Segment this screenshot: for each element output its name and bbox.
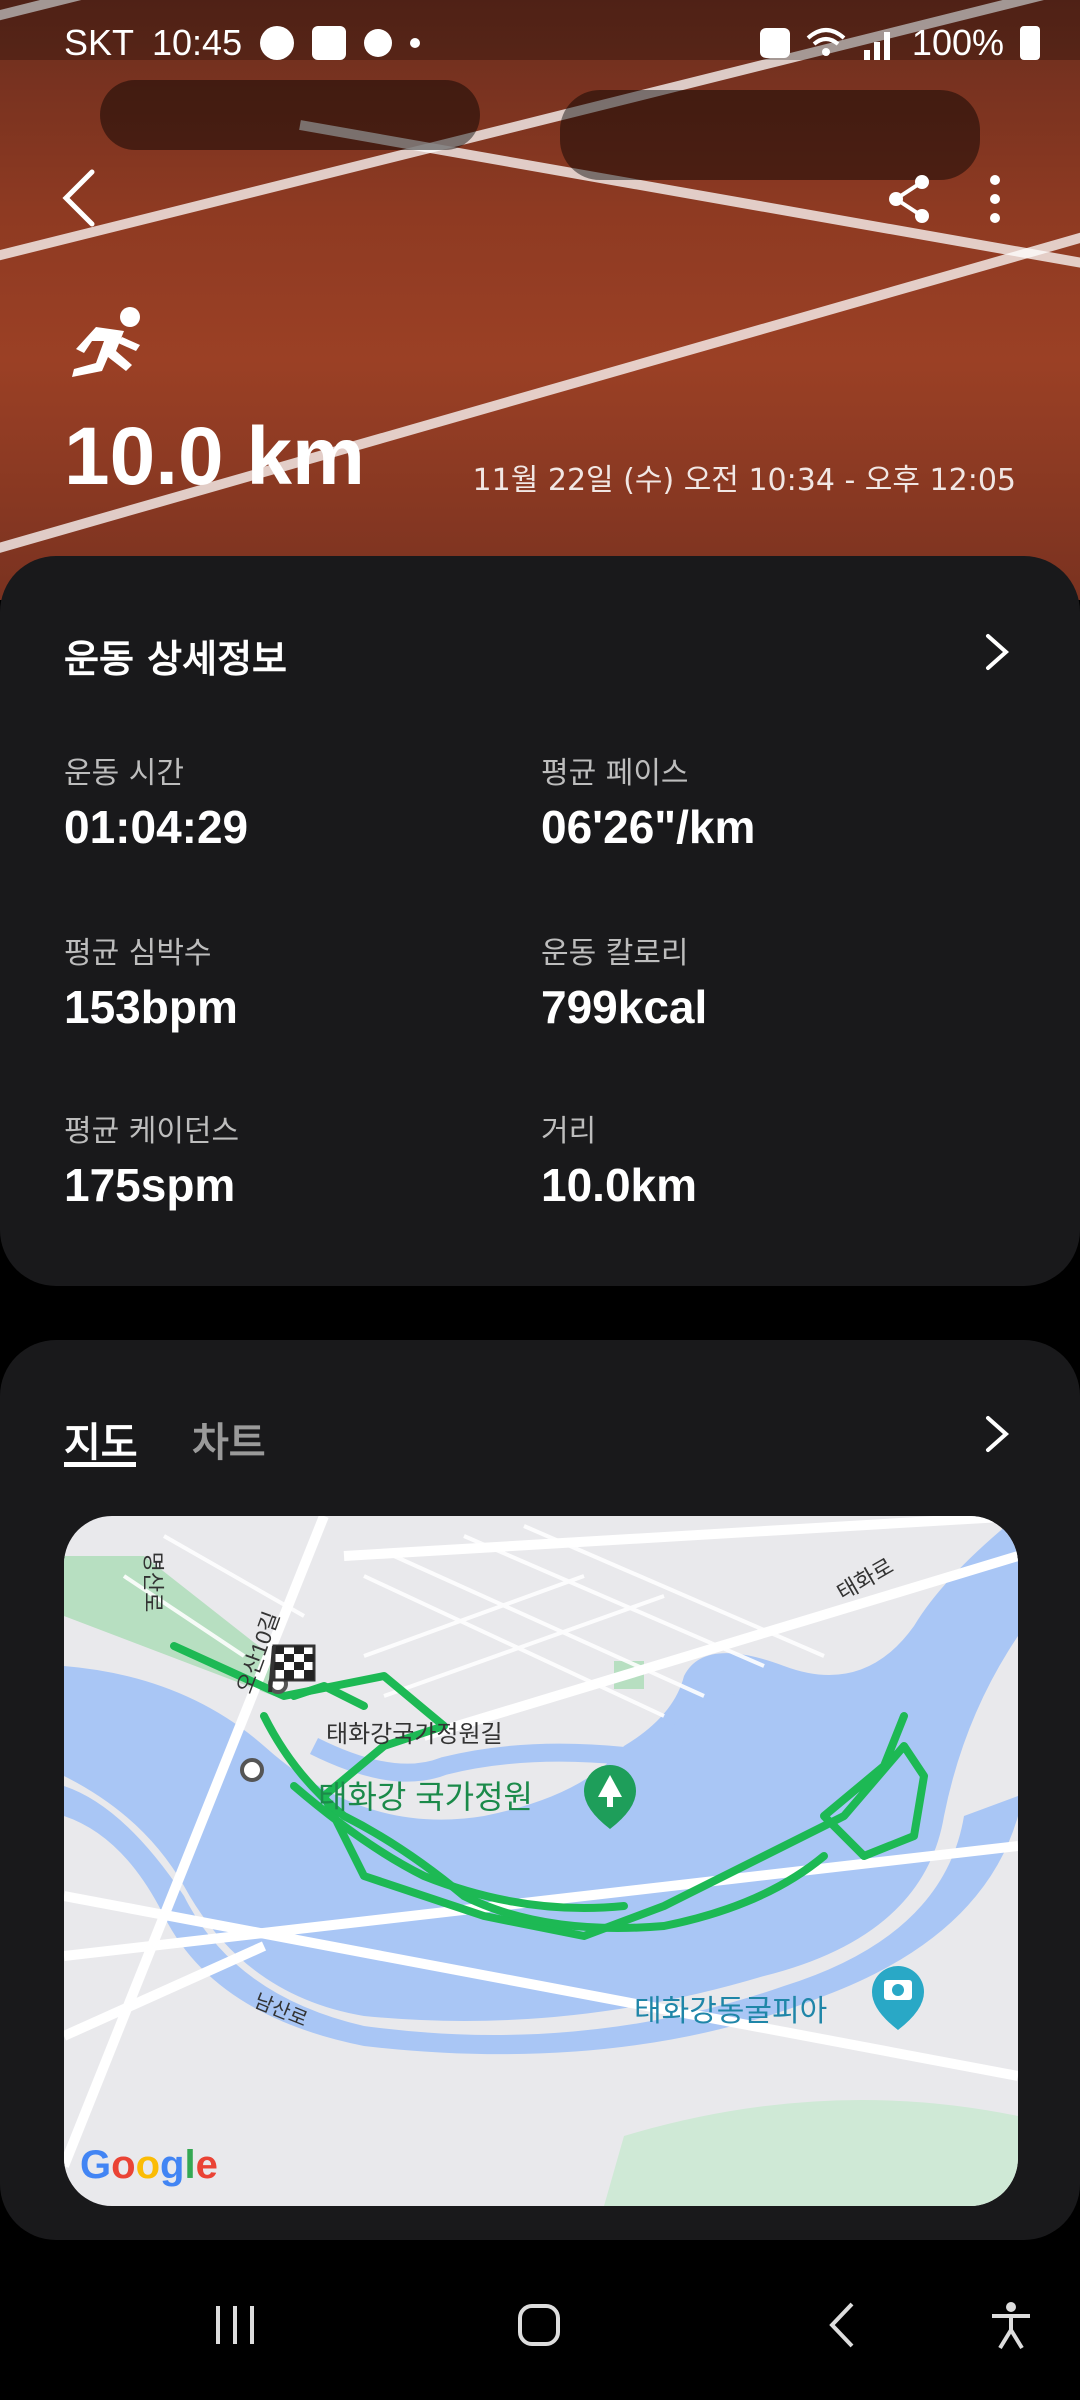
workout-date-range: 11월 22일 (수) 오전 10:34 - 오후 12:05 — [472, 463, 1016, 498]
stat-distance: 거리 10.0km — [541, 1106, 697, 1212]
status-bar: SKT 10:45 100% — [64, 18, 1040, 68]
stat-value: 799kcal — [541, 981, 708, 1033]
back-icon[interactable] — [822, 2300, 862, 2350]
running-icon — [72, 307, 140, 377]
stat-label: 평균 페이스 — [541, 756, 689, 791]
chevron-right-icon[interactable] — [984, 1414, 1010, 1454]
stat-label: 평균 케이던스 — [64, 1114, 240, 1149]
runner-shadow — [560, 90, 980, 180]
tab-map[interactable]: 지도 — [64, 1410, 138, 1468]
sim-icon — [312, 26, 347, 60]
stat-value: 06'26"/km — [541, 801, 756, 853]
dot-icon — [410, 38, 421, 48]
battery-percent: 100% — [911, 22, 1004, 63]
recent-apps-icon[interactable] — [210, 2300, 260, 2350]
stat-value: 10.0km — [541, 1159, 698, 1211]
back-arrow-icon[interactable] — [60, 168, 100, 228]
stat-label: 운동 시간 — [64, 756, 184, 791]
signal-icon — [863, 32, 890, 60]
map-label-poi: 태화강동굴피아 — [634, 1995, 828, 2028]
tab-chart[interactable]: 차트 — [192, 1410, 266, 1468]
sync-icon — [260, 26, 295, 60]
stat-value: 175spm — [64, 1159, 236, 1211]
stat-value: 153bpm — [64, 981, 238, 1033]
share-icon[interactable] — [884, 172, 934, 226]
more-options-icon[interactable] — [980, 172, 1010, 226]
total-distance: 10.0 km — [64, 411, 365, 502]
chevron-right-icon[interactable] — [984, 632, 1010, 672]
map-label-street: 명산로 — [140, 1551, 166, 1613]
wifi-icon — [806, 28, 846, 56]
clock: 10:45 — [152, 22, 243, 63]
map-label-park: 태화강 국가정원 — [318, 1779, 533, 1815]
stat-average-pace: 평균 페이스 06'26"/km — [541, 748, 755, 854]
map-label-street: 태화강국가정원길 — [326, 1721, 503, 1748]
tab-active-indicator — [64, 1462, 136, 1467]
stat-value: 01:04:29 — [64, 801, 249, 853]
battery-icon — [1020, 26, 1040, 60]
alarm-icon — [364, 29, 393, 57]
stat-label: 평균 심박수 — [64, 936, 212, 971]
accessibility-icon[interactable] — [986, 2300, 1036, 2350]
stat-average-cadence: 평균 케이던스 175spm — [64, 1106, 239, 1212]
stat-average-heart-rate: 평균 심박수 153bpm — [64, 928, 238, 1034]
route-map[interactable]: 태화강 국가정원 태화강국가정원길 오산10길 태화로 남산로 명산로 태화강동… — [64, 1516, 1018, 2206]
stat-label: 거리 — [541, 1114, 597, 1149]
details-title: 운동 상세정보 — [64, 637, 287, 681]
stat-label: 운동 칼로리 — [541, 936, 689, 971]
home-icon[interactable] — [514, 2300, 564, 2350]
carrier-label: SKT — [64, 22, 135, 63]
stat-workout-time: 운동 시간 01:04:29 — [64, 748, 248, 854]
hero-background — [0, 0, 1080, 600]
stat-calories: 운동 칼로리 799kcal — [541, 928, 707, 1034]
map-canvas — [64, 1516, 1018, 2206]
runner-shadow — [100, 80, 480, 150]
google-logo: Google — [80, 2143, 218, 2187]
mute-icon — [759, 28, 790, 58]
